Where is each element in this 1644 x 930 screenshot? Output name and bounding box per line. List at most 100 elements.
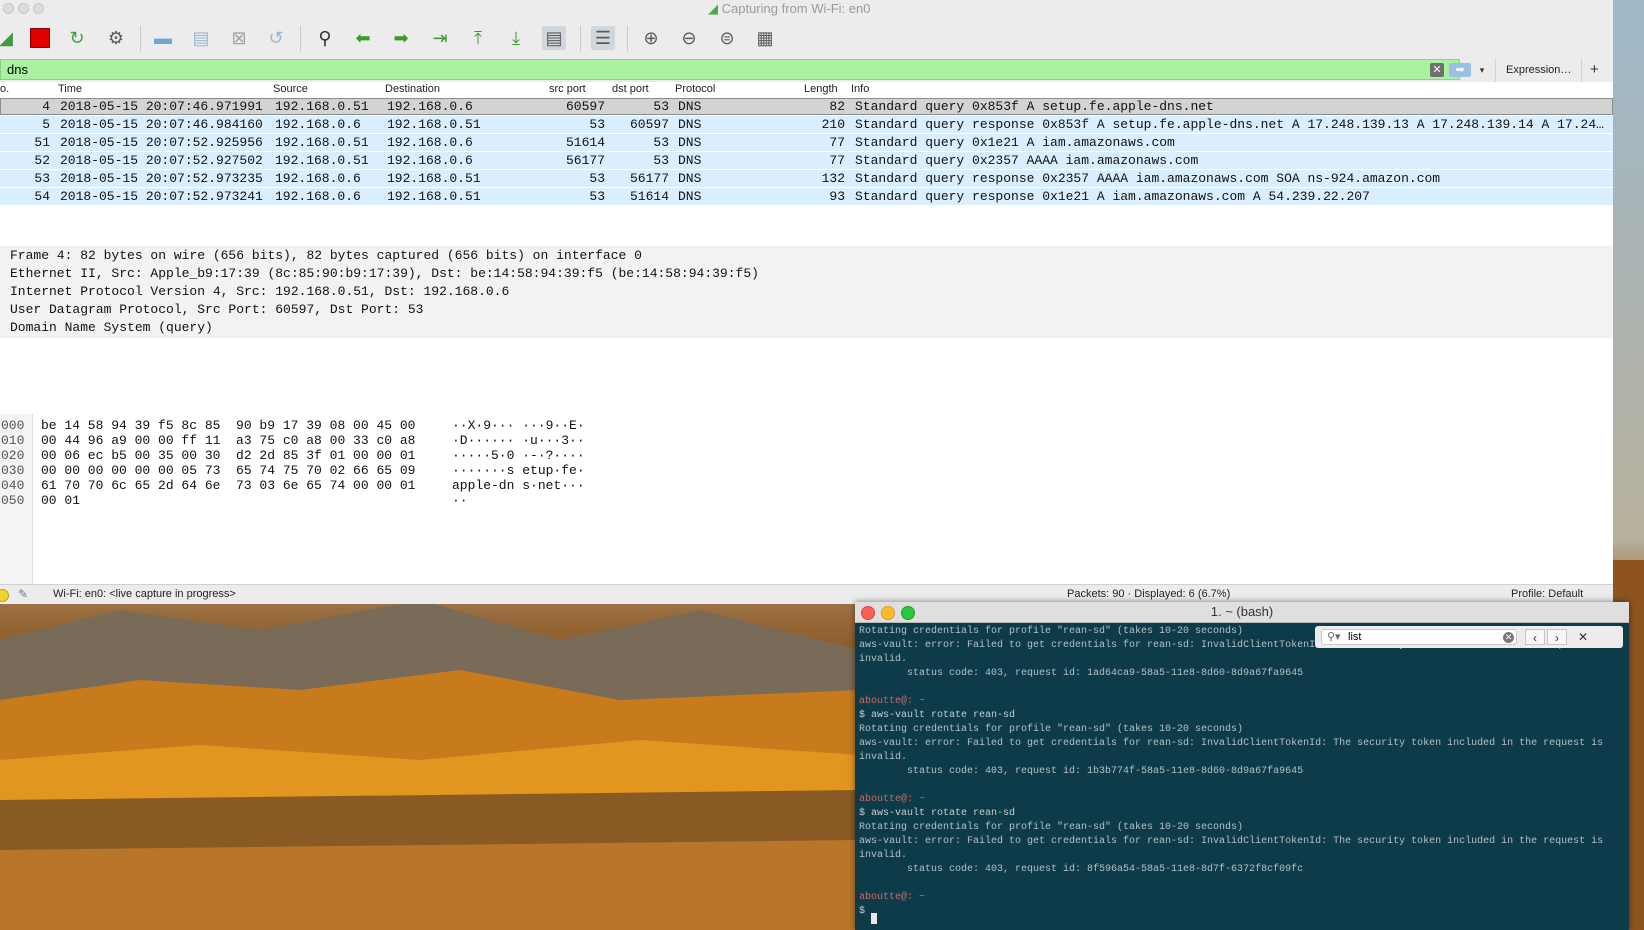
terminal-minimize-button[interactable] [881,606,895,620]
auto-scroll-icon[interactable]: ▤ [542,26,566,50]
bytes-ascii[interactable]: ··X·9··· ···9··E· [452,418,585,433]
close-window-button[interactable] [3,3,14,14]
detail-ipv4[interactable]: Internet Protocol Version 4, Src: 192.16… [10,283,509,300]
go-back-icon[interactable]: ⬅ [351,26,375,50]
status-profile[interactable]: Profile: Default [1511,588,1583,600]
column-header-protocol[interactable]: Protocol [675,83,715,95]
toolbar-separator [627,26,628,52]
bytes-hex[interactable]: be 14 58 94 39 f5 8c 85 90 b9 17 39 08 0… [41,418,415,433]
bytes-hex[interactable]: 00 06 ec b5 00 35 00 30 d2 2d 85 3f 01 0… [41,448,415,463]
find-packet-icon[interactable]: ⚲ [313,26,337,50]
close-find-bar-button[interactable]: ✕ [1573,629,1593,645]
filter-history-chevron-icon[interactable]: ▾ [1475,62,1489,78]
window-title-text: Capturing from Wi-Fi: en0 [721,1,871,16]
terminal-zoom-button[interactable] [901,606,915,620]
bytes-offset[interactable]: 000 [1,418,24,433]
cell-source: 192.168.0.51 [275,135,369,150]
column-header-no[interactable]: o. [0,83,9,95]
colorize-icon[interactable]: ☰ [591,26,615,50]
bytes-offset[interactable]: 020 [1,448,24,463]
table-row[interactable]: 52 2018-05-15 20:07:52.927502 192.168.0.51… [0,152,1613,169]
start-capture-icon[interactable]: ◢ [0,26,18,50]
table-row[interactable]: 5 2018-05-15 20:07:46.984160 192.168.0.6 19… [0,116,1613,133]
column-header-info[interactable]: Info [851,83,869,95]
expression-button[interactable]: Expression… [1495,58,1583,82]
terminal-output[interactable]: Rotating credentials for profile "rean-s… [855,622,1629,930]
table-row[interactable]: 4 2018-05-15 20:07:46.971991 192.168.0.51 1… [0,98,1613,115]
bytes-offset[interactable]: 030 [1,463,24,478]
stop-capture-button[interactable] [28,26,52,50]
table-row[interactable]: 54 2018-05-15 20:07:52.973241 192.168.0.6 1… [0,188,1613,205]
bytes-offset[interactable]: 040 [1,478,24,493]
column-header-src-port[interactable]: src port [549,83,586,95]
terminal-line: invalid. [859,752,908,763]
save-file-icon[interactable]: ▤ [189,26,213,50]
detail-frame[interactable]: Frame 4: 82 bytes on wire (656 bits), 82… [10,247,642,264]
bytes-ascii[interactable]: ·····5·0 ·-·?···· [452,448,585,463]
add-filter-button[interactable]: + [1590,58,1599,82]
capture-comment-icon[interactable]: ✎ [18,587,28,601]
expert-info-led-icon[interactable] [0,589,9,602]
clear-search-icon[interactable]: ✕ [1503,632,1514,643]
bytes-hex[interactable]: 61 70 70 6c 65 2d 64 6e 73 03 6e 65 74 0… [41,478,415,493]
status-bar: ✎ Wi-Fi: en0: <live capture in progress>… [0,584,1613,604]
cell-destination: 192.168.0.6 [387,99,473,114]
close-file-icon[interactable]: ⊠ [227,26,251,50]
apply-filter-icon[interactable]: ➡ [1449,63,1471,77]
terminal-cursor [871,913,877,924]
column-header-destination[interactable]: Destination [385,83,440,95]
go-to-packet-icon[interactable]: ⇥ [428,26,452,50]
table-row[interactable]: 53 2018-05-15 20:07:52.973235 192.168.0.6 1… [0,170,1613,187]
packet-details-pane: Frame 4: 82 bytes on wire (656 bits), 82… [0,246,1613,415]
zoom-window-button[interactable] [33,3,44,14]
table-row[interactable]: 51 2018-05-15 20:07:52.925956 192.168.0.51… [0,134,1613,151]
clear-filter-icon[interactable]: ✕ [1430,63,1444,77]
column-header-dst-port[interactable]: dst port [612,83,649,95]
cell-source: 192.168.0.6 [275,171,361,186]
cell-no: 51 [34,135,50,150]
display-filter-input[interactable] [0,59,1460,80]
detail-ethernet[interactable]: Ethernet II, Src: Apple_b9:17:39 (8c:85:… [10,265,759,282]
detail-udp[interactable]: User Datagram Protocol, Src Port: 60597,… [10,301,423,318]
bytes-hex[interactable]: 00 00 00 00 00 00 05 73 65 74 75 70 02 6… [41,463,415,478]
resize-columns-icon[interactable]: ▦ [753,26,777,50]
column-header-source[interactable]: Source [273,83,308,95]
terminal-close-button[interactable] [861,606,875,620]
status-packets: Packets: 90 · Displayed: 6 (6.7%) [1067,588,1231,600]
bytes-ascii[interactable]: ·D······ ·u···3·· [452,433,585,448]
restart-capture-icon[interactable]: ↻ [65,26,89,50]
bytes-ascii[interactable]: ·······s etup·fe· [452,463,585,478]
bytes-ascii[interactable]: ·· [452,493,468,508]
terminal-find-input[interactable] [1321,629,1517,645]
cell-length: 82 [829,99,845,114]
reload-file-icon[interactable]: ↺ [264,26,288,50]
bytes-offset[interactable]: 010 [1,433,24,448]
status-interface: Wi-Fi: en0: <live capture in progress> [53,588,236,600]
cell-dst-port: 53 [653,99,669,114]
last-packet-icon[interactable]: ⤓ [504,26,528,50]
normal-size-icon[interactable]: ⊜ [715,26,739,50]
capture-options-icon[interactable]: ⚙ [104,26,128,50]
zoom-out-icon[interactable]: ⊖ [677,26,701,50]
cell-time: 2018-05-15 20:07:46.984160 [60,117,263,132]
column-header-time[interactable]: Time [58,83,82,95]
cell-no: 4 [42,99,50,114]
title-bar: ◢ Capturing from Wi-Fi: en0 [0,0,1613,18]
detail-dns[interactable]: Domain Name System (query) [10,319,213,336]
bytes-hex[interactable]: 00 01 [41,493,80,508]
open-file-icon[interactable]: ▬ [151,26,175,50]
find-next-button[interactable]: › [1547,629,1567,645]
first-packet-icon[interactable]: ⤒ [466,26,490,50]
find-previous-button[interactable]: ‹ [1525,629,1545,645]
stop-capture-icon [30,28,50,48]
minimize-window-button[interactable] [18,3,29,14]
cell-dst-port: 60597 [629,117,669,132]
zoom-in-icon[interactable]: ⊕ [639,26,663,50]
wireshark-fin-title-icon: ◢ [708,1,722,16]
cell-protocol: DNS [678,117,702,132]
bytes-hex[interactable]: 00 44 96 a9 00 00 ff 11 a3 75 c0 a8 00 3… [41,433,415,448]
bytes-ascii[interactable]: apple-dn s·net··· [452,478,585,493]
column-header-length[interactable]: Length [804,83,838,95]
go-forward-icon[interactable]: ➡ [389,26,413,50]
bytes-offset[interactable]: 050 [1,493,24,508]
